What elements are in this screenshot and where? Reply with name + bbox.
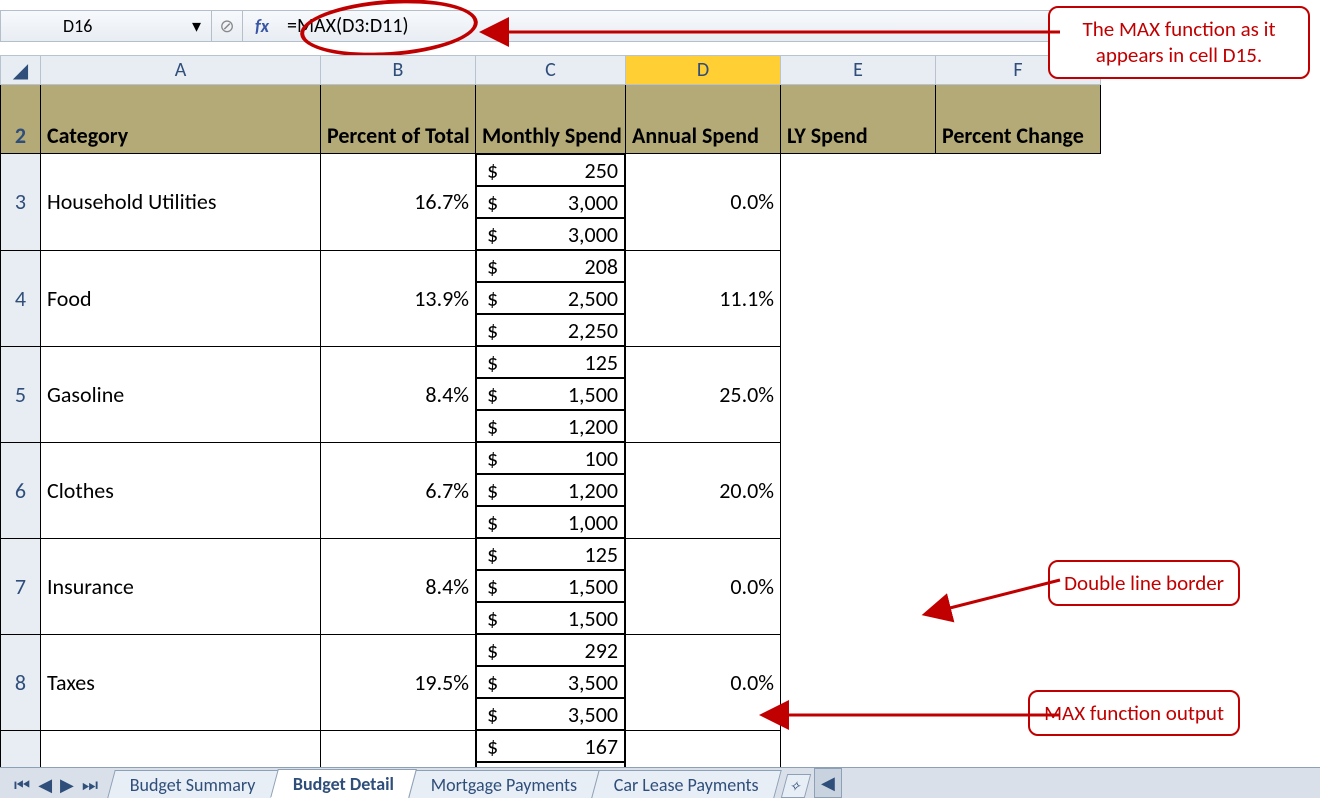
header-F[interactable]: Percent Change xyxy=(936,85,1101,154)
cell-D8[interactable]: $3,500 xyxy=(476,666,625,698)
cell-B6[interactable]: 6.7% xyxy=(321,442,476,538)
cell-C3[interactable]: $250 xyxy=(476,154,625,186)
name-box-value: D16 xyxy=(1,15,92,37)
cancel-button[interactable]: ⊘ xyxy=(212,11,243,41)
cell-D7[interactable]: $1,500 xyxy=(476,570,625,602)
cell-E7[interactable]: $1,500 xyxy=(476,602,625,634)
cell-B7[interactable]: 8.4% xyxy=(321,538,476,634)
tab-scroll[interactable]: ◀ xyxy=(814,768,842,798)
cell-B3[interactable]: 16.7% xyxy=(321,154,476,251)
cell-A6[interactable]: Clothes xyxy=(41,442,321,538)
cell-C4[interactable]: $208 xyxy=(476,250,625,282)
sheet-tab-mortgage-payments[interactable]: Mortgage Payments xyxy=(408,770,600,798)
formula-bar: D16 ▾ ⊘ fx =MAX(D3:D11) xyxy=(0,10,1062,42)
cell-E8[interactable]: $3,500 xyxy=(476,698,625,730)
nav-prev-icon[interactable]: ◀ xyxy=(38,774,52,796)
sheet-tab-car-lease-payments[interactable]: Car Lease Payments xyxy=(591,770,781,798)
cell-D6[interactable]: $1,200 xyxy=(476,474,625,506)
nav-next-icon[interactable]: ▶ xyxy=(60,774,74,796)
sheet-tab-budget-summary[interactable]: Budget Summary xyxy=(107,770,278,798)
header-C[interactable]: Monthly Spend xyxy=(476,85,626,154)
select-all-cell[interactable]: ◢ xyxy=(1,56,41,85)
callout-max-output: MAX function output xyxy=(1028,690,1240,736)
scroll-left-icon: ◀ xyxy=(821,772,835,794)
col-header-D[interactable]: D xyxy=(626,56,781,85)
cell-C9[interactable]: $167 xyxy=(476,730,625,762)
row-header-4[interactable]: 4 xyxy=(1,250,41,346)
col-header-E[interactable]: E xyxy=(781,56,936,85)
header-A[interactable]: Category xyxy=(41,85,321,154)
cell-F5[interactable]: 25.0% xyxy=(626,346,781,442)
insert-sheet-icon: ✧ xyxy=(788,778,804,795)
nav-first-icon[interactable]: ⏮ xyxy=(14,774,30,796)
cell-F7[interactable]: 0.0% xyxy=(626,538,781,634)
row-header-5[interactable]: 5 xyxy=(1,346,41,442)
cell-E6[interactable]: $1,000 xyxy=(476,506,625,538)
cell-B8[interactable]: 19.5% xyxy=(321,634,476,730)
insert-sheet-button[interactable]: ✧ xyxy=(781,774,811,798)
cell-E3[interactable]: $3,000 xyxy=(476,218,625,250)
cell-A3[interactable]: Household Utilities xyxy=(41,154,321,251)
fx-icon[interactable]: fx xyxy=(243,15,281,37)
cell-C6[interactable]: $100 xyxy=(476,442,625,474)
header-B[interactable]: Percent of Total xyxy=(321,85,476,154)
header-D[interactable]: Annual Spend xyxy=(626,85,781,154)
cell-B5[interactable]: 8.4% xyxy=(321,346,476,442)
cell-C5[interactable]: $125 xyxy=(476,346,625,378)
chevron-down-icon[interactable]: ▾ xyxy=(130,15,201,37)
sheet-nav: ⏮ ◀ ▶ ⏭ xyxy=(0,772,112,798)
cell-A8[interactable]: Taxes xyxy=(41,634,321,730)
cell-D4[interactable]: $2,500 xyxy=(476,282,625,314)
cell-A5[interactable]: Gasoline xyxy=(41,346,321,442)
spreadsheet-grid[interactable]: ◢ABCDEF2CategoryPercent of TotalMonthly … xyxy=(0,55,1060,798)
cell-E5[interactable]: $1,200 xyxy=(476,410,625,442)
cell-F8[interactable]: 0.0% xyxy=(626,634,781,730)
col-header-B[interactable]: B xyxy=(321,56,476,85)
callout-border: Double line border xyxy=(1048,560,1240,606)
sheet-tab-bar: ⏮ ◀ ▶ ⏭ Budget SummaryBudget DetailMortg… xyxy=(0,767,1320,798)
cell-C8[interactable]: $292 xyxy=(476,634,625,666)
row-header-7[interactable]: 7 xyxy=(1,538,41,634)
name-box[interactable]: D16 ▾ xyxy=(1,11,212,41)
col-header-C[interactable]: C xyxy=(476,56,626,85)
cell-A7[interactable]: Insurance xyxy=(41,538,321,634)
cell-B4[interactable]: 13.9% xyxy=(321,250,476,346)
nav-last-icon[interactable]: ⏭ xyxy=(82,774,98,796)
cell-D5[interactable]: $1,500 xyxy=(476,378,625,410)
col-header-A[interactable]: A xyxy=(41,56,321,85)
cell-F4[interactable]: 11.1% xyxy=(626,250,781,346)
cell-D3[interactable]: $3,000 xyxy=(476,186,625,218)
cell-F3[interactable]: 0.0% xyxy=(626,154,781,251)
callout-formula: The MAX function as it appears in cell D… xyxy=(1048,6,1310,79)
row-header-6[interactable]: 6 xyxy=(1,442,41,538)
cell-F6[interactable]: 20.0% xyxy=(626,442,781,538)
row-header-2[interactable]: 2 xyxy=(1,85,41,154)
cell-C7[interactable]: $125 xyxy=(476,538,625,570)
sheet-tab-budget-detail[interactable]: Budget Detail xyxy=(270,769,417,798)
row-header-8[interactable]: 8 xyxy=(1,634,41,730)
cell-E4[interactable]: $2,250 xyxy=(476,314,625,346)
row-header-3[interactable]: 3 xyxy=(1,154,41,251)
cell-A4[interactable]: Food xyxy=(41,250,321,346)
header-E[interactable]: LY Spend xyxy=(781,85,936,154)
